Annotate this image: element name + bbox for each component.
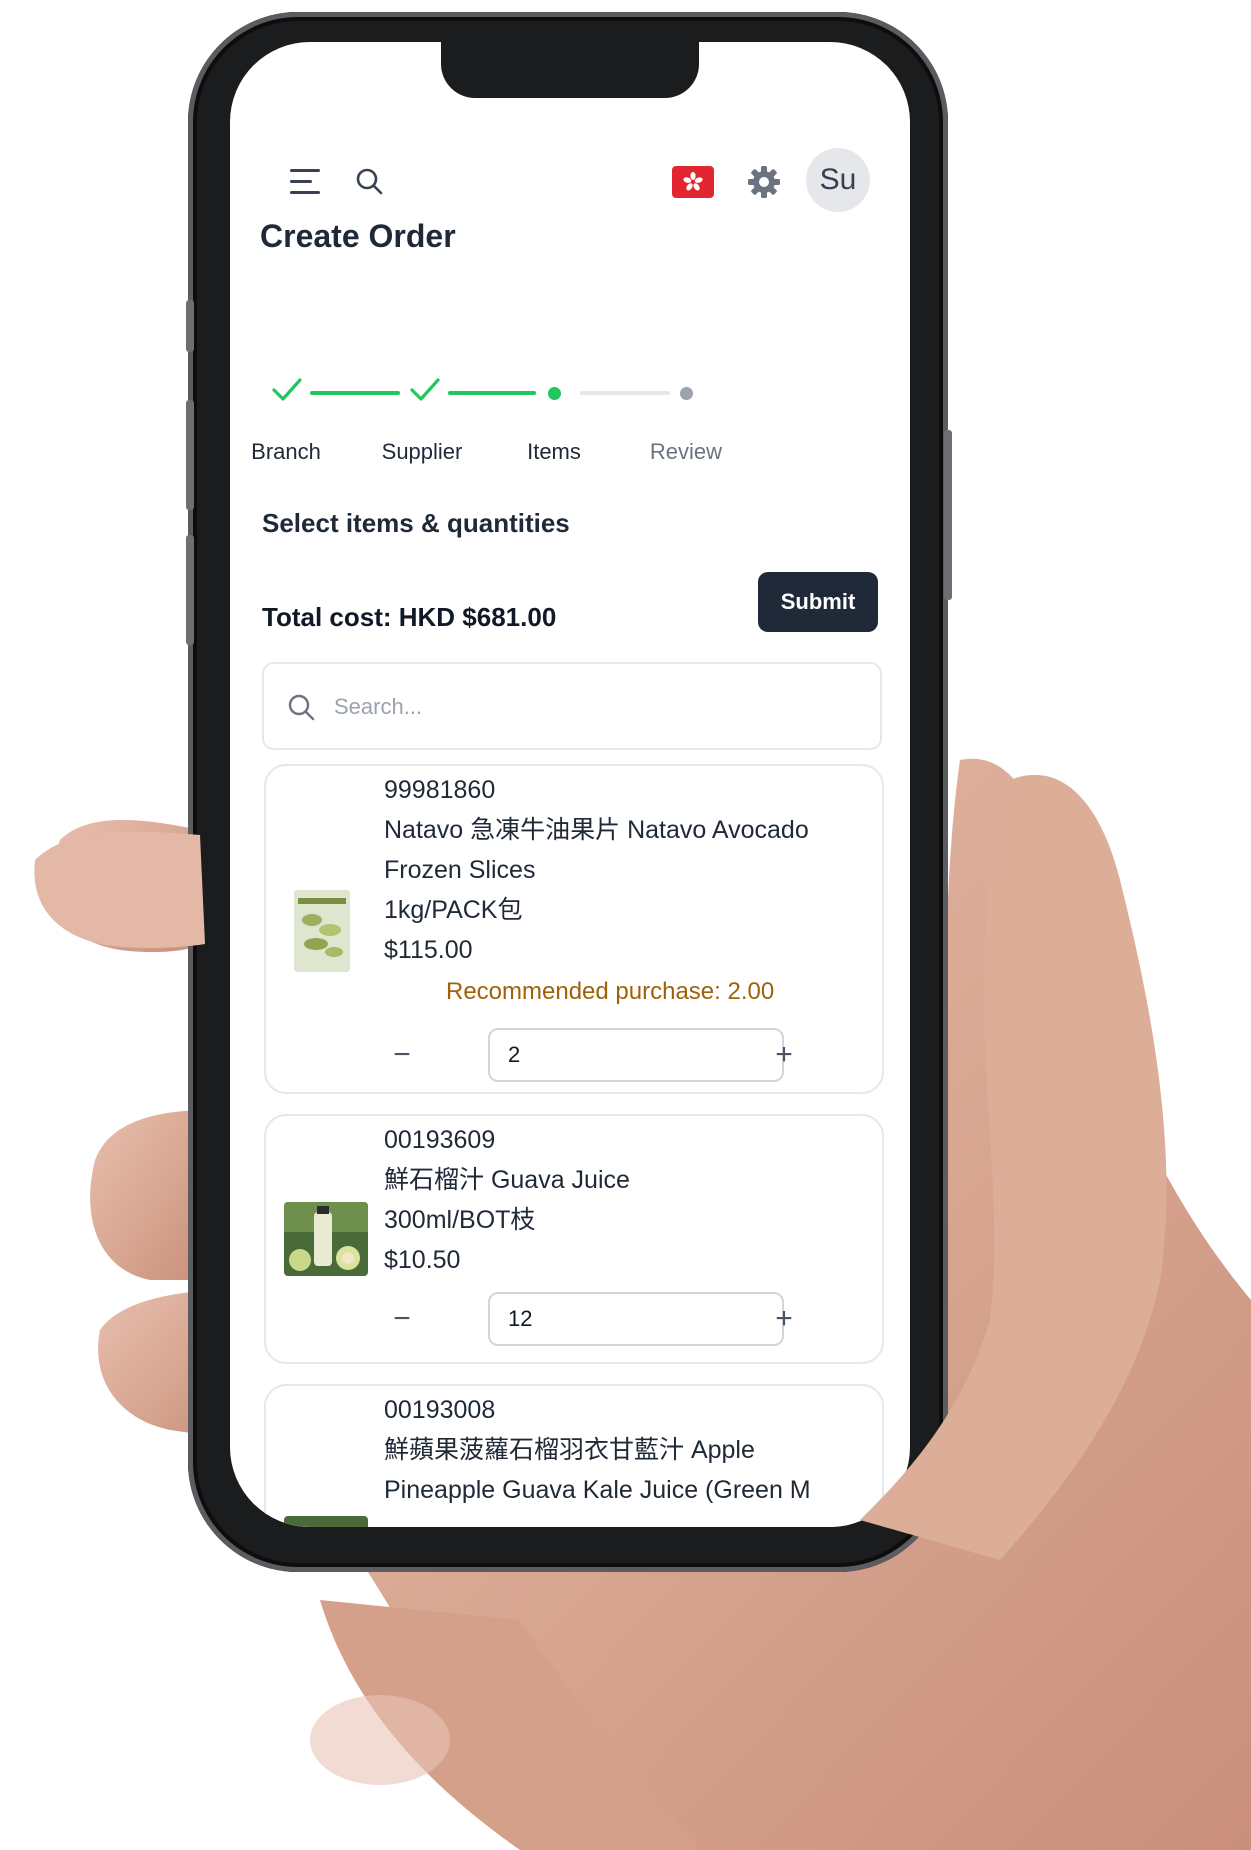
step-items-dot — [548, 387, 561, 400]
step-label-supplier[interactable]: Supplier — [362, 439, 482, 465]
decrease-quantity-button[interactable]: − — [378, 1296, 426, 1342]
item-code: 00193008 — [384, 1396, 496, 1424]
submit-button[interactable]: Submit — [758, 572, 878, 632]
step-connector-2 — [448, 391, 536, 395]
page-title: Create Order — [260, 218, 456, 254]
hong-kong-flag-icon[interactable] — [672, 166, 714, 198]
item-card: 00193609 鮮石榴汁 Guava Juice 300ml/BOT枝 $10… — [264, 1114, 884, 1364]
step-branch-check-icon — [272, 378, 302, 401]
item-unit: 300ml/BOT枝 — [384, 1206, 536, 1234]
item-name: 鮮石榴汁 Guava Juice — [384, 1166, 630, 1194]
item-details: 99981860 Natavo 急凍牛油果片 Natavo Avocado Fr… — [384, 770, 809, 970]
item-code: 99981860 — [384, 776, 496, 804]
recommended-purchase: Recommended purchase: 2.00 — [446, 978, 775, 1005]
mute-switch — [186, 300, 194, 352]
search-icon[interactable] — [354, 166, 384, 196]
item-name: Natavo 急凍牛油果片 Natavo Avocado — [384, 816, 809, 844]
item-price: $10.50 — [384, 1246, 461, 1274]
increase-quantity-button[interactable]: + — [760, 1296, 808, 1342]
item-name-continued: Frozen Slices — [384, 856, 536, 884]
item-card: 00193008 鮮蘋果菠蘿石榴羽衣甘藍汁 Apple Pineapple Gu… — [264, 1384, 884, 1527]
item-name-continued: Pineapple Guava Kale Juice (Green M — [384, 1476, 811, 1504]
section-title: Select items & quantities — [262, 508, 570, 538]
menu-icon[interactable] — [290, 169, 324, 195]
decrease-quantity-button[interactable]: − — [378, 1032, 426, 1078]
step-label-branch[interactable]: Branch — [230, 439, 346, 465]
total-cost: Total cost: HKD $681.00 — [262, 602, 557, 632]
search-icon — [288, 694, 315, 721]
volume-down-button — [186, 535, 194, 645]
quantity-input[interactable] — [488, 1292, 784, 1346]
search-field[interactable] — [262, 662, 882, 750]
gear-icon[interactable] — [746, 164, 782, 200]
step-review-dot — [680, 387, 693, 400]
item-name: 鮮蘋果菠蘿石榴羽衣甘藍汁 Apple — [384, 1436, 755, 1464]
quantity-stepper: − + — [266, 1292, 886, 1346]
quantity-input[interactable] — [488, 1028, 784, 1082]
power-button — [944, 430, 952, 600]
product-image-avocado — [294, 890, 350, 972]
avatar[interactable]: Su — [806, 148, 870, 212]
step-connector-1 — [310, 391, 400, 395]
item-details: 00193008 鮮蘋果菠蘿石榴羽衣甘藍汁 Apple Pineapple Gu… — [384, 1390, 811, 1510]
item-unit: 1kg/PACK包 — [384, 896, 523, 924]
item-price: $115.00 — [384, 936, 473, 964]
step-supplier-check-icon — [410, 378, 440, 401]
product-image-green-juice — [284, 1516, 368, 1527]
product-image-guava-juice — [284, 1202, 368, 1276]
search-input[interactable] — [334, 684, 854, 730]
phone-screen: Su Create Order Branch Supplier Items Re… — [230, 42, 910, 1527]
item-card: 99981860 Natavo 急凍牛油果片 Natavo Avocado Fr… — [264, 764, 884, 1094]
item-details: 00193609 鮮石榴汁 Guava Juice 300ml/BOT枝 $10… — [384, 1120, 630, 1280]
increase-quantity-button[interactable]: + — [760, 1032, 808, 1078]
item-code: 00193609 — [384, 1126, 496, 1154]
step-label-items[interactable]: Items — [494, 439, 614, 465]
top-bar: Su — [230, 142, 910, 212]
volume-up-button — [186, 400, 194, 510]
quantity-stepper: − + — [266, 1028, 886, 1082]
step-label-review[interactable]: Review — [626, 439, 746, 465]
step-connector-3 — [580, 391, 670, 395]
order-stepper: Branch Supplier Items Review — [230, 367, 910, 487]
notch — [441, 42, 699, 98]
